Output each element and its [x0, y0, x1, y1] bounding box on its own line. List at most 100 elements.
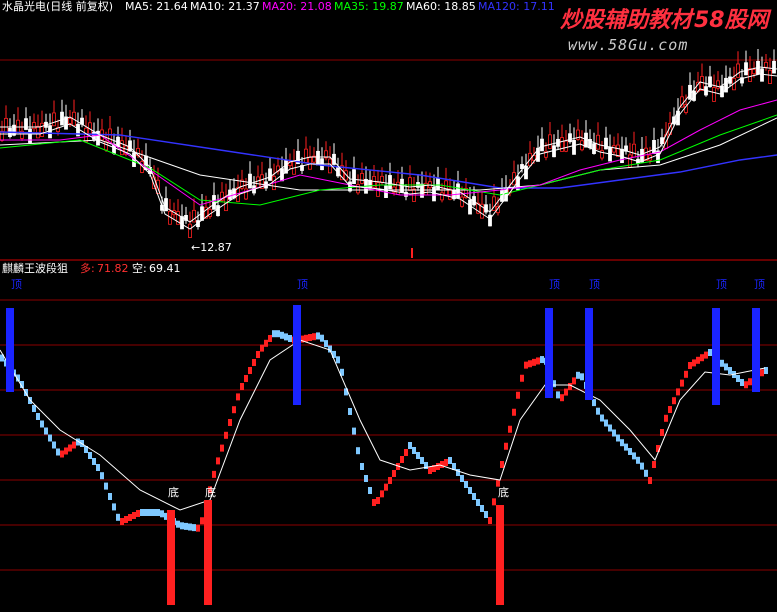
indicator-step	[148, 509, 152, 516]
indicator-step	[464, 481, 468, 488]
indicator-step	[404, 449, 408, 456]
indicator-step	[388, 477, 392, 484]
top-signal-bar	[712, 308, 720, 405]
top-marker: 顶	[754, 278, 765, 291]
indicator-step	[184, 522, 188, 530]
top-signal-bar	[585, 308, 593, 400]
top-signal-bar	[293, 305, 301, 405]
indicator-step	[228, 419, 232, 426]
candle-body	[752, 69, 756, 75]
candle-body	[216, 205, 220, 217]
bottom-marker: 底	[205, 485, 216, 499]
candle-body	[388, 175, 392, 190]
indicator-step	[576, 371, 580, 379]
candle-body	[592, 143, 596, 154]
candle-body	[440, 192, 444, 201]
indicator-step	[36, 413, 40, 420]
indicator-step	[488, 517, 492, 524]
candle-body	[432, 186, 436, 202]
indicator-step	[644, 469, 648, 477]
indicator-step	[408, 442, 412, 449]
short-value: 69.41	[149, 262, 181, 275]
indicator-step	[64, 447, 68, 455]
candle-body	[604, 137, 608, 150]
indicator-step	[448, 457, 452, 464]
indicator-step	[700, 354, 704, 362]
indicator-step	[624, 443, 628, 451]
indicator-step	[60, 450, 64, 458]
indicator-step	[604, 419, 608, 427]
candle-body	[712, 87, 716, 102]
indicator-step	[748, 378, 752, 386]
indicator-step	[620, 439, 624, 447]
candle-body	[468, 199, 472, 215]
candle-body	[212, 195, 216, 210]
indicator-step	[48, 434, 52, 442]
indicator-step	[492, 498, 496, 506]
top-marker: 顶	[11, 278, 22, 291]
indicator-step	[216, 457, 220, 465]
top-signal-bar	[545, 308, 553, 398]
indicator-step	[288, 335, 292, 342]
indicator-step	[348, 408, 352, 415]
indicator-step	[400, 456, 404, 463]
candle-body	[356, 184, 360, 194]
indicator-step	[664, 414, 668, 422]
indicator-step	[572, 377, 576, 385]
candle-body	[768, 69, 772, 84]
indicator-step	[632, 452, 636, 460]
indicator-step	[120, 518, 124, 525]
bottom-signal-bar	[496, 505, 504, 605]
candle-body	[460, 196, 464, 207]
indicator-step	[124, 516, 128, 523]
indicator-step	[540, 356, 544, 364]
candle-body	[560, 137, 564, 152]
ma35-label: MA35: 19.87	[334, 0, 404, 13]
candle-body	[772, 60, 776, 74]
candle-body	[4, 117, 8, 133]
indicator-step	[236, 393, 240, 401]
indicator-step	[116, 513, 120, 521]
ma5-label: MA5: 21.64	[125, 0, 188, 13]
indicator-step	[580, 373, 584, 381]
long-value: 71.82	[97, 262, 129, 275]
indicator-step	[684, 370, 688, 378]
indicator-step	[276, 330, 280, 338]
chart-stage: 水晶光电(日线 前复权) MA5: 21.64 MA10: 21.37 MA20…	[0, 0, 777, 612]
candle-body	[436, 177, 440, 190]
candle-body	[256, 176, 260, 189]
indicator-step	[676, 388, 680, 396]
indicator-step	[264, 339, 268, 347]
indicator-step	[196, 524, 200, 532]
indicator-step	[640, 462, 644, 470]
indicator-step	[516, 391, 520, 399]
candle-body	[444, 180, 448, 196]
ma10-label: MA10: 21.37	[190, 0, 260, 13]
indicator-step	[180, 522, 184, 530]
indicator-step	[372, 499, 376, 506]
indicator-step	[100, 472, 104, 480]
candle-body	[688, 84, 692, 100]
indicator-step	[260, 344, 264, 352]
indicator-step	[176, 520, 180, 528]
indicator-step	[248, 367, 252, 374]
indicator-step	[512, 408, 516, 416]
top-marker: 顶	[716, 278, 727, 291]
indicator-step	[356, 447, 360, 455]
indicator-step	[660, 429, 664, 436]
indicator-step	[312, 333, 316, 341]
indicator-step	[88, 452, 92, 459]
indicator-step	[592, 399, 596, 407]
candle-body	[68, 118, 72, 124]
bottom-signal-bar	[167, 510, 175, 605]
indicator-step	[104, 482, 108, 490]
candle-body	[736, 63, 740, 78]
candle-body	[304, 148, 308, 163]
indicator-step	[608, 424, 612, 432]
indicator-step	[268, 335, 272, 342]
top-signal-bar	[6, 308, 14, 392]
candle-body	[568, 133, 572, 143]
indicator-step	[240, 383, 244, 390]
indicator-step	[324, 340, 328, 348]
indicator-step	[520, 374, 524, 382]
